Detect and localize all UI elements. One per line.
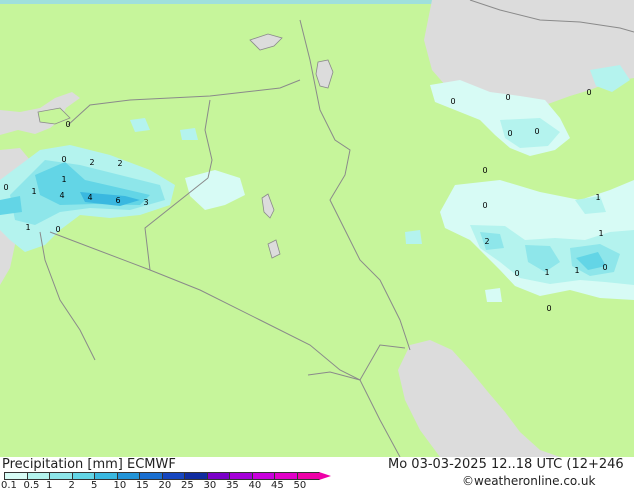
legend-swatch bbox=[116, 472, 140, 480]
legend-swatch bbox=[26, 472, 50, 480]
point-label: 0 bbox=[602, 263, 607, 272]
legend-swatch bbox=[139, 472, 163, 480]
site-credit: ©weatheronline.co.uk bbox=[462, 474, 596, 488]
point-label: 2 bbox=[89, 158, 94, 167]
legend-tick: 10 bbox=[113, 480, 127, 491]
point-label: 4 bbox=[87, 193, 92, 202]
legend-tick: 45 bbox=[271, 480, 284, 491]
point-label: 0 bbox=[61, 155, 66, 164]
legend-tick: 5 bbox=[91, 480, 98, 491]
point-label: 1 bbox=[598, 229, 603, 238]
legend-tick: 40 bbox=[248, 480, 262, 491]
legend-tick: 15 bbox=[136, 480, 149, 491]
point-label: 0 bbox=[586, 88, 591, 97]
point-label: 0 bbox=[534, 127, 539, 136]
point-label: 1 bbox=[574, 266, 579, 275]
legend-swatch bbox=[71, 472, 95, 480]
point-label: 0 bbox=[505, 93, 510, 102]
legend-arrow bbox=[319, 472, 331, 480]
point-label: 0 bbox=[3, 183, 8, 192]
legend-swatch bbox=[94, 472, 118, 480]
legend-tick: 1 bbox=[46, 480, 53, 491]
point-label: 0 bbox=[482, 166, 487, 175]
legend-tick: 25 bbox=[181, 480, 194, 491]
legend-tick: 2 bbox=[68, 480, 75, 491]
point-label: 2 bbox=[117, 159, 122, 168]
legend-swatch bbox=[184, 472, 208, 480]
legend-swatch bbox=[274, 472, 298, 480]
map-footer: Precipitation [mm] ECMWF Mo 03-03-2025 1… bbox=[0, 457, 634, 491]
legend-tick: 50 bbox=[293, 480, 307, 491]
model-name: ECMWF bbox=[127, 457, 176, 472]
point-label: 0 bbox=[450, 97, 455, 106]
legend-tick: 35 bbox=[226, 480, 239, 491]
point-label: 0 bbox=[482, 201, 487, 210]
point-label: 1 bbox=[595, 193, 600, 202]
valid-time: Mo 03-03-2025 12..18 UTC (12+246 bbox=[388, 457, 624, 472]
point-label: 3 bbox=[143, 198, 148, 207]
precipitation-map: 1 2 2 0 0 1 4 4 6 3 1 0 0 0 0 0 0 0 0 1 … bbox=[0, 0, 634, 457]
legend-swatch bbox=[251, 472, 275, 480]
legend-swatch bbox=[206, 472, 230, 480]
point-label: 0 bbox=[546, 304, 551, 313]
point-label: 1 bbox=[25, 223, 30, 232]
point-label: 1 bbox=[544, 268, 549, 277]
map-title: Precipitation [mm] ECMWF bbox=[2, 457, 176, 472]
point-label: 1 bbox=[31, 187, 36, 196]
legend-swatch bbox=[296, 472, 320, 480]
legend-tick: 20 bbox=[158, 480, 172, 491]
legend-swatch bbox=[161, 472, 185, 480]
point-label: 1 bbox=[61, 175, 66, 184]
point-label: 2 bbox=[484, 237, 489, 246]
point-label: 0 bbox=[507, 129, 512, 138]
legend-tick: 0.5 bbox=[23, 480, 40, 491]
point-label: 0 bbox=[514, 269, 519, 278]
legend-tick: 30 bbox=[203, 480, 217, 491]
legend-swatch bbox=[229, 472, 253, 480]
legend-swatch bbox=[49, 472, 73, 480]
point-label: 0 bbox=[55, 225, 60, 234]
point-label: 4 bbox=[59, 191, 64, 200]
legend-tick: 0.1 bbox=[1, 480, 17, 491]
legend-swatch bbox=[4, 472, 28, 480]
point-label: 0 bbox=[65, 120, 70, 129]
point-label: 6 bbox=[115, 196, 120, 205]
